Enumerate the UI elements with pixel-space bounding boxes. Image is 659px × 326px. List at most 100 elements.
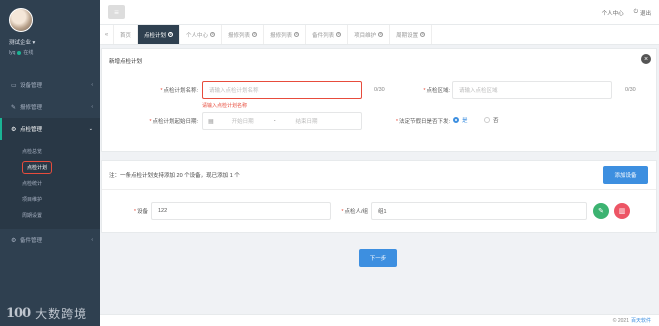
tab-inspection-plan[interactable]: 点检计划 ×	[138, 25, 181, 44]
holiday-no-radio[interactable]: 否	[484, 116, 499, 124]
profile: 测试企业 ▾ lyq 在线	[0, 0, 100, 70]
brand-logo: 100	[6, 306, 31, 321]
tab-scroll-left-button[interactable]: «	[100, 25, 114, 44]
tab-label: 周期设置	[396, 32, 419, 39]
date-range-picker[interactable]: ▦ 开始日期 - 结束日期	[202, 112, 362, 130]
tab-label: 报修列表	[228, 32, 251, 39]
submenu-overview[interactable]: 点检总览	[0, 143, 100, 159]
tab-label: 个人中心	[186, 32, 209, 39]
status-text: 在线	[23, 50, 34, 56]
submenu-stats[interactable]: 点检统计	[0, 175, 100, 191]
double-chevron-left-icon: «	[104, 31, 109, 38]
gear-icon: ⚙	[11, 126, 17, 133]
submenu-label: 点检统计	[22, 180, 43, 187]
sidebar-item-repair[interactable]: ✎ 报修管理 ‹	[0, 96, 100, 118]
group-input[interactable]: 组1	[371, 202, 587, 220]
panel-title: 新增点检计划	[109, 59, 143, 65]
logout-link[interactable]: ⏻ 退出	[634, 9, 651, 17]
chevron-left-icon: ‹	[91, 104, 93, 110]
tab-personal[interactable]: 个人中心 ×	[180, 25, 223, 44]
sidebar-item-spare[interactable]: ⚙ 备件管理 ‹	[0, 229, 100, 251]
sidebar-item-label: 备件管理	[20, 238, 43, 244]
tab-repair-list[interactable]: 报修列表 ×	[222, 25, 265, 44]
plan-name-label: *点检计划名称:	[160, 88, 198, 94]
tab-label: 备件列表	[312, 32, 335, 39]
edit-row-button[interactable]: ✎	[593, 203, 609, 219]
close-icon[interactable]: ×	[294, 32, 300, 38]
tab-project[interactable]: 项目维护 ×	[348, 25, 391, 44]
tab-home[interactable]: 首页	[114, 25, 139, 44]
close-icon[interactable]: ×	[210, 32, 216, 38]
inspection-submenu: 点检总览 点检计划 点检统计 项目维护 周期设置	[0, 140, 100, 229]
tab-spare-list[interactable]: 备件列表 ×	[306, 25, 349, 44]
device-label: *设备	[133, 209, 148, 215]
device-value: 122	[158, 208, 168, 214]
delete-row-button[interactable]: ▥	[614, 203, 630, 219]
close-icon[interactable]: ×	[336, 32, 342, 38]
sidebar-item-label: 报修管理	[20, 105, 43, 111]
menu-toggle-button[interactable]: ≡	[108, 5, 125, 19]
wrench-icon: ✎	[11, 104, 17, 111]
gear-icon: ⚙	[11, 237, 17, 244]
plan-name-input[interactable]: 请输入点检计划名称	[202, 81, 362, 99]
submenu-label: 点检总览	[22, 148, 43, 155]
plan-name-placeholder: 请输入点检计划名称	[209, 88, 259, 94]
plan-form-panel: 新增点检计划 × *点检计划名称: 请输入点检计划名称 请输入点检计划名称 0/…	[101, 48, 657, 152]
start-date-placeholder: 开始日期	[231, 119, 254, 125]
area-label-text: 点检区域:	[426, 88, 450, 94]
tab-label: 报修列表	[270, 32, 293, 39]
sidebar-item-inspection[interactable]: ⚙ 点检管理 ⌄	[0, 118, 100, 140]
monitor-icon: ▭	[11, 82, 17, 89]
submenu-plan[interactable]: 点检计划	[0, 159, 100, 175]
plan-name-count: 0/30	[374, 87, 385, 93]
close-icon[interactable]: ×	[378, 32, 384, 38]
group-value: 组1	[378, 209, 387, 215]
avatar[interactable]	[9, 8, 33, 32]
date-separator: -	[273, 118, 276, 124]
brand-watermark: 100 大数跨境	[6, 305, 87, 322]
copyright-text: © 2021	[612, 317, 629, 324]
submenu-cycle[interactable]: 周期设置	[0, 207, 100, 223]
personal-center-link[interactable]: 个人中心	[602, 9, 624, 17]
hamburger-icon: ≡	[114, 7, 119, 17]
submenu-label: 点检计划	[22, 160, 53, 174]
area-label: *点检区域:	[423, 88, 450, 94]
close-icon[interactable]: ×	[420, 32, 426, 38]
footer: © 2021 百天软件	[100, 314, 659, 326]
tab-cycle[interactable]: 周期设置 ×	[390, 25, 433, 44]
close-button[interactable]: ×	[641, 54, 651, 64]
company-link[interactable]: 百天软件	[631, 317, 651, 324]
chevron-left-icon: ‹	[91, 237, 93, 243]
device-panel: 注：一条点检计划支持添加 20 个设备，现已添加 1 个 添加设备 *设备 12…	[101, 160, 657, 233]
holiday-label-text: 法定节假日是否下发:	[398, 119, 450, 125]
plan-name-label-text: 点检计划名称:	[163, 88, 198, 94]
submenu-project[interactable]: 项目维护	[0, 191, 100, 207]
online-dot-icon	[17, 50, 22, 55]
sidebar-item-label: 点检管理	[20, 127, 43, 133]
tab-bar: « 首页 点检计划 × 个人中心 × 报修列表 × 报修列表 × 备件列表 × 项目维护 ×…	[100, 25, 659, 45]
group-label-text: 点检人/组	[344, 209, 368, 215]
radio-unchecked-icon	[484, 117, 490, 123]
top-header: ≡ 个人中心 ⏻ 退出	[100, 0, 659, 25]
company-name[interactable]: 测试企业 ▾	[9, 38, 91, 46]
device-input[interactable]: 122	[151, 202, 331, 220]
date-range-label: *点检计划起始日期:	[149, 119, 198, 125]
next-step-button[interactable]: 下一步	[359, 249, 397, 267]
close-icon[interactable]: ×	[168, 32, 174, 38]
radio-checked-icon	[453, 117, 459, 123]
radio-label: 否	[493, 118, 499, 124]
tab-repair-list-2[interactable]: 报修列表 ×	[264, 25, 307, 44]
trash-icon: ▥	[618, 208, 626, 215]
holiday-yes-radio[interactable]: 是	[453, 116, 468, 124]
sidebar-item-device[interactable]: ▭ 设备管理 ‹	[0, 74, 100, 96]
area-input[interactable]: 请输入点检区域	[452, 81, 612, 99]
sidebar: 测试企业 ▾ lyq 在线 ▭ 设备管理 ‹ ✎ 报修管理 ‹ ⚙ 点检管理 ⌄…	[0, 0, 100, 326]
end-date-placeholder: 结束日期	[295, 119, 318, 125]
tab-label: 项目维护	[354, 32, 377, 39]
username: lyq	[9, 49, 16, 56]
holiday-label: *法定节假日是否下发:	[395, 119, 450, 125]
tab-label: 点检计划	[144, 32, 167, 39]
close-icon[interactable]: ×	[252, 32, 258, 38]
add-device-button[interactable]: 添加设备	[603, 166, 648, 184]
chevron-down-icon: ⌄	[88, 126, 93, 132]
